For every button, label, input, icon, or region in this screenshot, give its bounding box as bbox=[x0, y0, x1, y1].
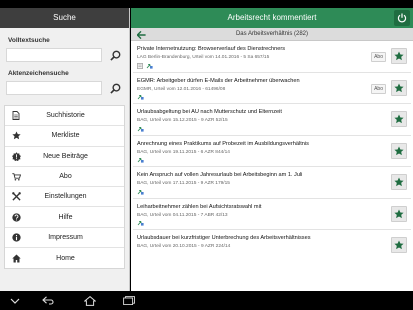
menu-item-label: Home bbox=[56, 254, 75, 262]
menu-item-imprint[interactable]: Impressum bbox=[5, 228, 124, 249]
chevron-down-icon bbox=[10, 298, 20, 304]
docket-search-label: Aktenzeichensuche bbox=[8, 70, 69, 77]
list-item[interactable]: Leiharbeitnehmer zählen bei Aufsichtsrat… bbox=[133, 199, 411, 230]
fulltext-search-row bbox=[0, 48, 129, 62]
list-item[interactable]: Urlaubsabgeltung bei AU nach Mutterschut… bbox=[133, 104, 411, 136]
category-bar: Das Arbeitsverhältnis (282) bbox=[131, 28, 413, 41]
docket-search-row bbox=[0, 81, 129, 95]
list-item[interactable]: Private Internetnutzung: Browserverlauf … bbox=[133, 41, 411, 73]
menu-item-label: Abo bbox=[59, 173, 72, 181]
menu-item-home[interactable]: Home bbox=[5, 248, 124, 268]
star-icon bbox=[394, 146, 404, 155]
link-icon bbox=[146, 63, 153, 69]
star-icon bbox=[394, 114, 404, 124]
menu-item-label: Neue Beiträge bbox=[43, 152, 88, 160]
content-panel-header: Arbeitsrecht kommentiert bbox=[131, 8, 413, 28]
document-icon bbox=[137, 62, 143, 69]
info-icon bbox=[5, 233, 27, 242]
link-icon bbox=[137, 157, 144, 163]
link-icon bbox=[137, 220, 144, 226]
content-panel: Arbeitsrecht kommentiert Das Arbeitsverh… bbox=[131, 8, 413, 291]
list-item[interactable]: Anrechnung eines Praktikums auf Probezei… bbox=[133, 136, 411, 167]
bookmark-button[interactable] bbox=[391, 205, 407, 222]
link-icon bbox=[137, 94, 144, 100]
status-bar bbox=[0, 0, 413, 8]
subscription-badge: Abo bbox=[371, 52, 386, 62]
article-meta: BAG, Urteil vom 04.11.2015 - 7 ABR 42/13 bbox=[137, 212, 228, 218]
bookmark-button[interactable] bbox=[391, 48, 407, 64]
docket-search-input[interactable] bbox=[6, 81, 102, 95]
list-item[interactable]: Urlaubsdauer bei kurzfristiger Unterbrec… bbox=[133, 230, 411, 262]
home-icon bbox=[5, 254, 27, 263]
menu-item-label: Hilfe bbox=[58, 213, 73, 221]
fulltext-search-input[interactable] bbox=[6, 48, 102, 62]
arrow-left-icon bbox=[137, 30, 146, 39]
power-icon bbox=[397, 13, 407, 23]
star-icon bbox=[394, 83, 404, 92]
bookmark-button[interactable] bbox=[391, 237, 407, 253]
article-meta: EGMR, Urteil vom 12.01.2016 - 61496/08 bbox=[137, 86, 226, 92]
star-icon bbox=[394, 177, 404, 187]
article-meta: BAG, Urteil vom 20.10.2015 - 9 AZR 224/1… bbox=[137, 244, 231, 249]
article-meta: LAG Berlin-Brandenburg, Urteil vom 14.01… bbox=[137, 55, 270, 60]
search-panel: Suche Volltextsuche Aktenzeichensuche Su… bbox=[0, 8, 130, 291]
subscription-badge: Abo bbox=[371, 83, 386, 94]
article-meta: BAG, Urteil vom 17.11.2015 - 9 AZR 179/1… bbox=[137, 181, 230, 186]
menu-item-new-posts[interactable]: Neue Beiträge bbox=[5, 147, 124, 167]
alert-icon bbox=[5, 152, 27, 161]
document-icon bbox=[5, 111, 27, 121]
list-item[interactable]: EGMR: Arbeitgeber dürfen E-Mails der Arb… bbox=[133, 73, 411, 104]
article-title: Kein Anspruch auf vollen Jahresurlaub be… bbox=[137, 172, 303, 178]
list-item[interactable]: Kein Anspruch auf vollen Jahresurlaub be… bbox=[133, 167, 411, 199]
home-nav-button[interactable] bbox=[82, 295, 98, 306]
search-icon[interactable] bbox=[108, 48, 122, 62]
home-icon bbox=[84, 295, 96, 306]
star-icon bbox=[5, 131, 27, 140]
menu-item-label: Impressum bbox=[48, 233, 83, 241]
menu-item-settings[interactable]: Einstellungen bbox=[5, 187, 124, 208]
bookmark-button[interactable] bbox=[391, 111, 407, 127]
search-icon[interactable] bbox=[108, 81, 122, 95]
star-icon bbox=[394, 240, 404, 250]
menu-item-label: Einstellungen bbox=[44, 193, 87, 201]
main-menu: Suchhistorie Merkliste Neue Beiträge Abo… bbox=[4, 105, 125, 270]
search-panel-title: Suche bbox=[0, 8, 129, 28]
fulltext-search-label: Volltextsuche bbox=[8, 37, 50, 44]
keyboard-toggle-button[interactable] bbox=[8, 295, 22, 306]
bookmark-button[interactable] bbox=[391, 142, 407, 159]
help-icon bbox=[5, 212, 27, 222]
article-list: Private Internetnutzung: Browserverlauf … bbox=[131, 41, 413, 262]
power-button[interactable] bbox=[394, 10, 410, 26]
cart-icon bbox=[5, 172, 27, 181]
article-title: Anrechnung eines Praktikums auf Probezei… bbox=[137, 140, 309, 147]
article-meta: BAG, Urteil vom 19.11.2015 - 6 AZR 844/1… bbox=[137, 149, 230, 155]
category-title: Das Arbeitsverhältnis (282) bbox=[235, 31, 309, 37]
recent-apps-icon bbox=[123, 296, 135, 305]
menu-item-subscription[interactable]: Abo bbox=[5, 167, 124, 188]
article-title: Leiharbeitnehmer zählen bei Aufsichtsrat… bbox=[137, 203, 262, 210]
article-meta: BAG, Urteil vom 15.12.2015 - 9 AZR 52/15 bbox=[137, 118, 228, 123]
bookmark-button[interactable] bbox=[391, 79, 407, 96]
link-icon bbox=[137, 126, 144, 132]
menu-item-label: Merkliste bbox=[51, 132, 80, 140]
star-icon bbox=[394, 51, 404, 61]
system-navigation-bar bbox=[0, 291, 413, 310]
bookmark-button[interactable] bbox=[391, 174, 407, 190]
recent-apps-button[interactable] bbox=[121, 295, 137, 306]
article-title: Urlaubsabgeltung bei AU nach Mutterschut… bbox=[137, 109, 282, 115]
star-icon bbox=[394, 209, 404, 218]
menu-item-search-history[interactable]: Suchhistorie bbox=[5, 106, 124, 127]
back-nav-button[interactable] bbox=[40, 295, 56, 306]
back-button[interactable] bbox=[137, 30, 146, 39]
article-title: EGMR: Arbeitgeber dürfen E-Mails der Arb… bbox=[137, 77, 300, 84]
article-title: Urlaubsdauer bei kurzfristiger Unterbrec… bbox=[137, 235, 311, 241]
menu-item-label: Suchhistorie bbox=[46, 112, 85, 120]
article-title: Private Internetnutzung: Browserverlauf … bbox=[137, 46, 285, 52]
tools-icon bbox=[5, 192, 27, 201]
back-icon bbox=[42, 296, 54, 305]
menu-item-help[interactable]: Hilfe bbox=[5, 207, 124, 228]
content-panel-title: Arbeitsrecht kommentiert bbox=[227, 13, 317, 22]
menu-item-bookmarks[interactable]: Merkliste bbox=[5, 126, 124, 147]
link-icon bbox=[137, 189, 144, 195]
